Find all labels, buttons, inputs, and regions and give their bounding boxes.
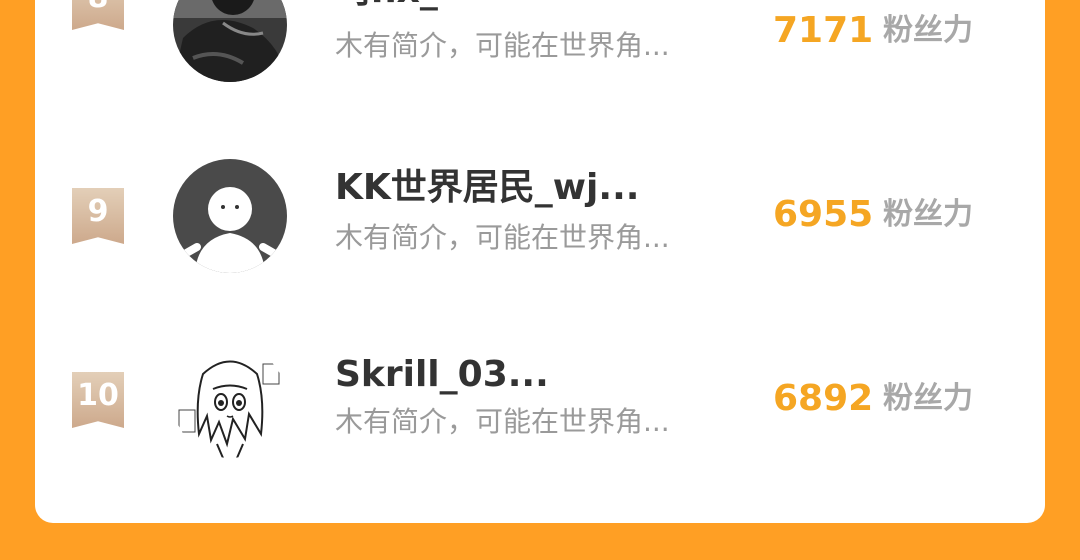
user-bio: 木有简介，可能在世界角...: [335, 221, 670, 254]
rank-badge: 9: [72, 188, 124, 244]
dark-photo-avatar-icon: [173, 0, 287, 82]
user-name[interactable]: KK世界居民_wj...: [335, 168, 639, 208]
fan-score-unit: 粉丝力: [883, 381, 973, 416]
rank-badge: 10: [72, 372, 124, 428]
fan-score: 6955: [773, 194, 874, 235]
user-name[interactable]: 呵hx_: [335, 0, 438, 11]
list-item[interactable]: 9 KK世界居民_wj... 木有简介，可能在世界角... 6955 粉丝力: [35, 132, 1045, 282]
user-bio: 木有简介，可能在世界角...: [335, 405, 670, 438]
list-item[interactable]: 8 呵hx_ 木有简介，可能在世界角... 7171 粉丝力: [35, 0, 1045, 97]
user-bio: 木有简介，可能在世界角...: [335, 29, 670, 62]
ranking-card: 8 呵hx_ 木有简介，可能在世界角... 7171 粉丝力 9: [35, 0, 1045, 523]
fan-score: 7171: [773, 10, 874, 51]
fan-score-unit: 粉丝力: [883, 197, 973, 232]
avatar[interactable]: [173, 0, 287, 82]
rank-number: 8: [88, 0, 109, 15]
avatar[interactable]: [173, 159, 287, 273]
rank-number: 9: [87, 194, 109, 229]
user-name[interactable]: Skrill_03...: [335, 355, 549, 395]
list-item[interactable]: 10 Skrill_03... 木有简介，可能在世界角... 6892 粉丝力: [35, 317, 1045, 467]
fan-score: 6892: [773, 378, 874, 419]
anime-sketch-avatar-icon: [173, 344, 287, 458]
default-user-avatar-icon: [173, 159, 287, 273]
fan-score-unit: 粉丝力: [883, 13, 973, 48]
rank-badge: 8: [72, 0, 124, 30]
rank-number: 10: [77, 378, 119, 413]
avatar[interactable]: [173, 344, 287, 458]
